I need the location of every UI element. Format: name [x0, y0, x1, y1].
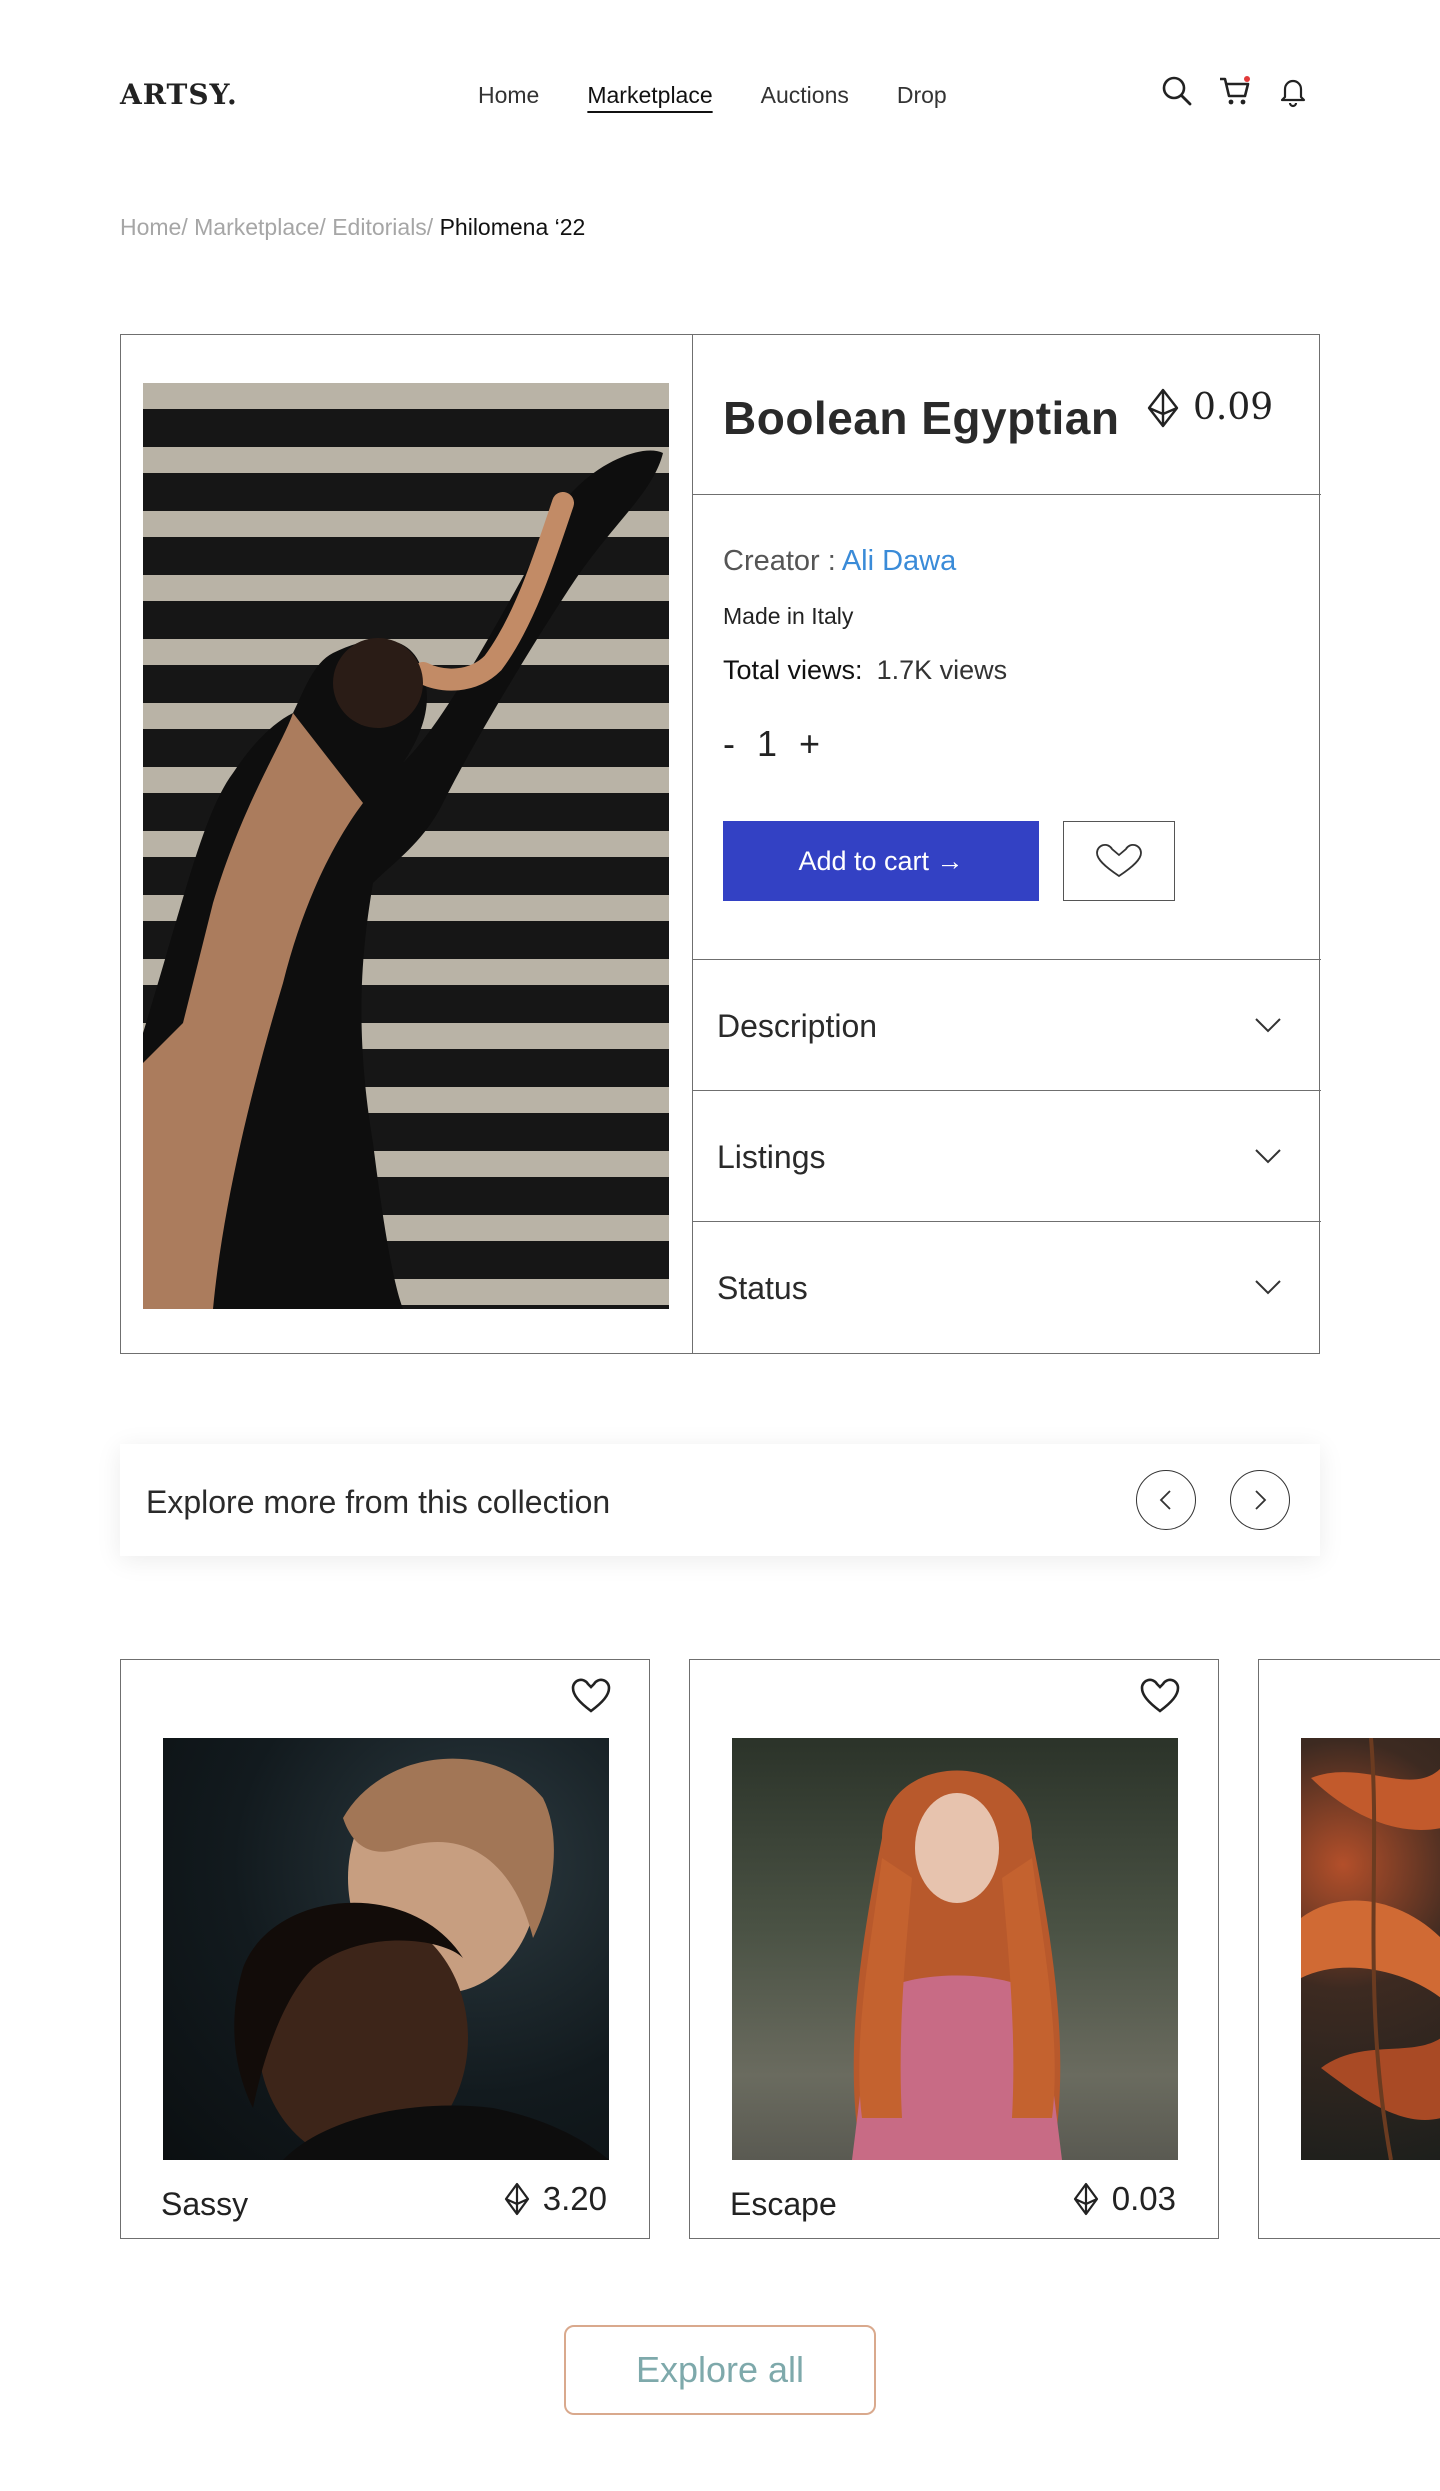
collection-card[interactable] [1258, 1659, 1440, 2239]
nav-drop[interactable]: Drop [897, 82, 947, 109]
card-title: Escape [730, 2186, 837, 2222]
card-price-value: 0.03 [1111, 2180, 1176, 2217]
explore-all-button[interactable]: Explore all [564, 2325, 876, 2415]
card-image [1301, 1738, 1440, 2160]
qty-value: 1 [757, 723, 778, 764]
qty-plus-button[interactable]: + [799, 723, 820, 765]
heart-icon[interactable] [1140, 1678, 1180, 1714]
card-price: 3.20 [503, 2180, 607, 2218]
collection-card[interactable]: Escape 0.03 [689, 1659, 1219, 2239]
breadcrumb-current: Philomena ‘22 [439, 214, 586, 240]
heart-icon[interactable] [571, 1678, 611, 1714]
breadcrumb: Home/ Marketplace/ Editorials/ Philomena… [120, 214, 585, 241]
explore-collection-label: Explore more from this collection [146, 1484, 611, 1520]
breadcrumb-home[interactable]: Home/ [120, 214, 188, 240]
explore-collection-bar: Explore more from this collection [120, 1444, 1320, 1556]
prev-button[interactable] [1136, 1470, 1196, 1530]
notification-dot [1244, 76, 1250, 82]
bell-icon[interactable] [1276, 74, 1310, 108]
chevron-right-icon [1255, 1490, 1267, 1510]
accordion-label: Listings [717, 1139, 826, 1175]
product-details: Creator : Ali Dawa Made in Italy Total vi… [693, 495, 1321, 960]
heart-icon [1096, 843, 1142, 878]
product-price: 0.09 [1145, 387, 1273, 428]
ethereum-icon [504, 2182, 529, 2216]
favorite-button[interactable] [1063, 821, 1175, 901]
product-info: Boolean Egyptian 0.09 Creator : Ali Dawa … [693, 335, 1321, 1353]
add-to-cart-button[interactable]: Add to cart → [723, 821, 1039, 901]
accordion-listings[interactable]: Listings [693, 1091, 1321, 1222]
breadcrumb-marketplace[interactable]: Marketplace/ [194, 214, 326, 240]
product-image-cell [121, 335, 693, 1353]
creator-row: Creator : Ali Dawa [723, 545, 956, 578]
nav-marketplace[interactable]: Marketplace [587, 82, 712, 109]
quantity-stepper: - 1 + [723, 723, 820, 765]
chevron-down-icon [1255, 1149, 1281, 1164]
made-in-text: Made in Italy [723, 603, 854, 629]
nav-home[interactable]: Home [478, 82, 539, 109]
main-nav: Home Marketplace Auctions Drop [478, 82, 947, 109]
card-price-value: 3.20 [542, 2180, 607, 2217]
qty-minus-button[interactable]: - [723, 723, 735, 765]
collection-card[interactable]: Sassy 3.20 [120, 1659, 650, 2239]
chevron-left-icon [1159, 1490, 1171, 1510]
price-value: 0.09 [1193, 387, 1274, 428]
accordion-description[interactable]: Description [693, 960, 1321, 1091]
chevron-down-icon [1255, 1018, 1281, 1033]
views-row: Total views: 1.7K views [723, 655, 1007, 686]
views-value: 1.7K views [876, 655, 1008, 685]
ethereum-icon [1147, 388, 1179, 427]
search-icon[interactable] [1160, 74, 1194, 108]
logo[interactable]: ARTSY. [120, 78, 238, 111]
ethereum-icon [1073, 2182, 1098, 2216]
product-panel: Boolean Egyptian 0.09 Creator : Ali Dawa … [120, 334, 1321, 1354]
accordion-status[interactable]: Status [693, 1222, 1321, 1352]
card-price: 0.03 [1072, 2180, 1176, 2218]
product-image [143, 383, 669, 1309]
card-title: Sassy [161, 2186, 249, 2222]
card-image [732, 1738, 1178, 2160]
header-actions [1160, 74, 1310, 108]
cart-icon[interactable] [1218, 74, 1252, 108]
card-image [163, 1738, 609, 2160]
product-title: Boolean Egyptian [723, 392, 1120, 444]
creator-link[interactable]: Ali Dawa [842, 545, 956, 577]
views-label: Total views: [723, 655, 863, 685]
nav-auctions[interactable]: Auctions [761, 82, 849, 109]
chevron-down-icon [1255, 1280, 1281, 1295]
title-row: Boolean Egyptian 0.09 [693, 335, 1321, 495]
breadcrumb-editorials[interactable]: Editorials/ [332, 214, 433, 240]
creator-label: Creator : [723, 545, 836, 577]
accordion-label: Status [717, 1270, 808, 1306]
next-button[interactable] [1230, 1470, 1290, 1530]
accordion-label: Description [717, 1008, 878, 1044]
